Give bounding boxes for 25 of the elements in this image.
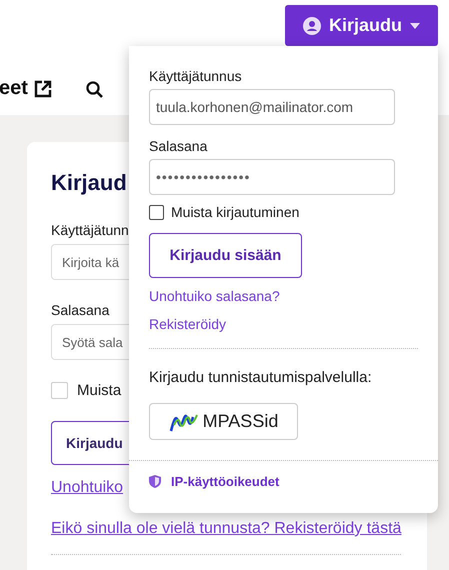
mpassid-button[interactable]: MPASSid [149, 403, 298, 440]
forgot-password-link[interactable]: Unohtuiko [51, 479, 124, 496]
caret-icon [410, 22, 420, 28]
ip-rights-link[interactable]: IP-käyttöoikeudet [171, 474, 280, 489]
username-field[interactable]: tuula.korhonen@mailinator.com [149, 89, 395, 125]
shield-icon [149, 475, 161, 488]
search-icon[interactable] [85, 80, 104, 99]
forgot-password-link[interactable]: Unohtuiko salasana? [149, 288, 280, 304]
password-label: Salasana [51, 302, 110, 318]
user-icon [302, 16, 321, 34]
password-field[interactable]: •••••••••••••••• [149, 159, 395, 195]
remember-label: Muista [77, 382, 122, 399]
card-title: Kirjaud [51, 169, 127, 197]
nav-link[interactable]: eet [0, 77, 28, 100]
external-link-icon [33, 79, 53, 99]
password-label: Salasana [149, 138, 208, 154]
register-link[interactable]: Eikö sinulla ole vielä tunnusta? Rekisteröidy tästä [51, 520, 402, 537]
sso-heading: Kirjaudu tunnistautumispalvelulla: [149, 369, 373, 386]
remember-label: Muista kirjautuminen [171, 204, 300, 220]
login-button[interactable]: Kirjaudu [285, 5, 438, 46]
remember-checkbox[interactable] [149, 204, 164, 220]
username-label: Käyttäjätunnus [149, 68, 243, 84]
register-link[interactable]: Rekisteröidy [149, 316, 226, 332]
login-submit-button[interactable]: Kirjaudu sisään [149, 233, 302, 278]
username-label: Käyttäjätunn [51, 222, 129, 238]
